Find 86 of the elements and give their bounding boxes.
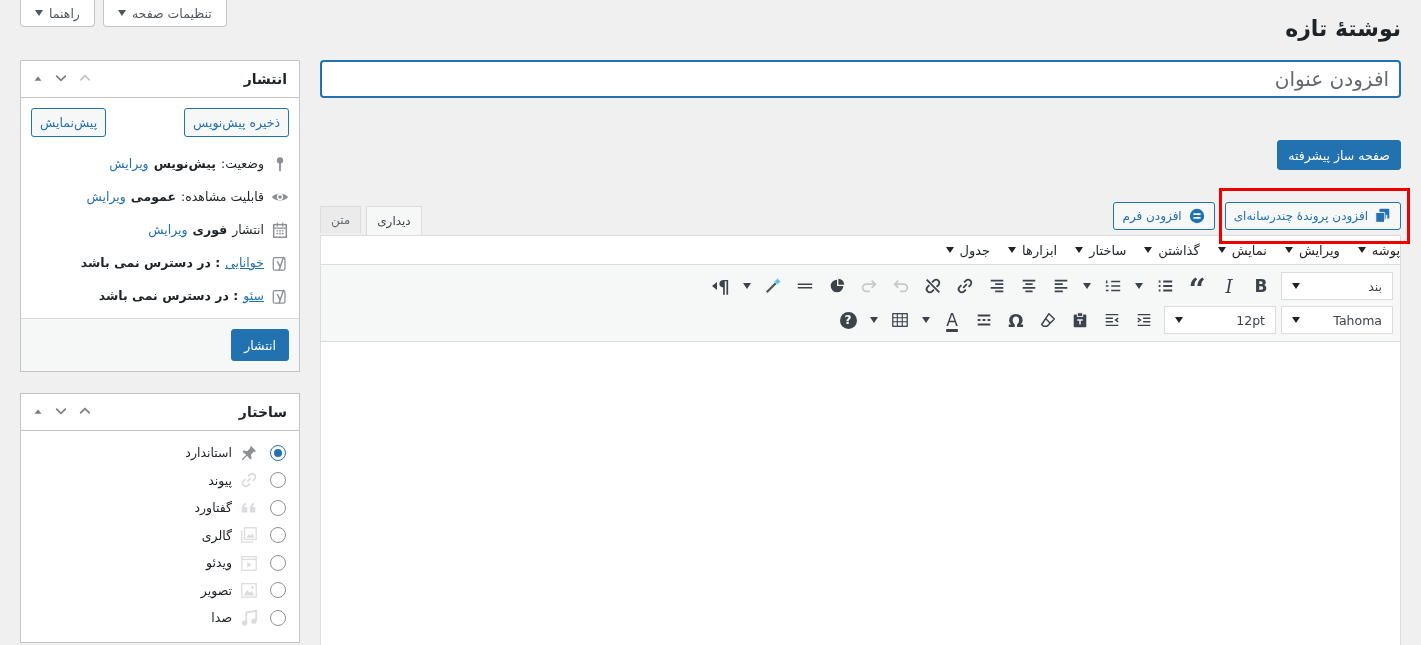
undo-icon bbox=[892, 277, 910, 295]
align-right-icon bbox=[988, 277, 1006, 295]
score-value: : در دسترس نمی باشد bbox=[80, 255, 221, 270]
magic-wand-icon bbox=[764, 277, 782, 295]
format-label[interactable]: پیوند bbox=[208, 472, 232, 488]
clipboard-icon bbox=[1071, 311, 1089, 329]
table-icon bbox=[891, 311, 909, 329]
menu-item[interactable]: پوشه bbox=[1357, 242, 1400, 258]
setting-label: وضعیت: bbox=[221, 156, 264, 171]
indent-icon bbox=[1135, 311, 1153, 329]
radio-button[interactable] bbox=[270, 444, 286, 461]
format-label[interactable]: تصویر bbox=[200, 582, 232, 598]
caret-icon[interactable] bbox=[870, 317, 878, 323]
screen-option-button[interactable]: راهنما bbox=[20, 0, 95, 27]
music-note-icon bbox=[240, 608, 258, 627]
box-title: انتشار bbox=[243, 71, 287, 87]
title-field[interactable]: افزودن عنوان bbox=[320, 60, 1401, 98]
score-link[interactable]: خوانایی bbox=[225, 255, 264, 270]
caret-icon[interactable] bbox=[1083, 283, 1091, 289]
setting-label: انتشار bbox=[232, 222, 264, 237]
quote-button[interactable]: “ bbox=[1181, 271, 1213, 301]
radio-button[interactable] bbox=[270, 499, 286, 516]
gallery-icon bbox=[240, 526, 258, 545]
menu-item[interactable]: نمایش bbox=[1217, 242, 1267, 258]
help-button[interactable]: ? bbox=[832, 305, 864, 335]
format-label[interactable]: ویدئو bbox=[206, 555, 232, 571]
radio-button[interactable] bbox=[270, 554, 286, 571]
menu-item[interactable]: جدول bbox=[945, 242, 991, 258]
caret-icon[interactable] bbox=[743, 283, 751, 289]
toolbar-dropdown[interactable]: بند bbox=[1281, 272, 1393, 300]
setting-value: پیش‌نویس bbox=[153, 156, 217, 171]
textcolor-button[interactable]: A bbox=[936, 305, 968, 335]
format-label[interactable]: استاندارد bbox=[185, 445, 232, 461]
link-icon bbox=[956, 277, 974, 295]
save-draft-button[interactable]: ذخیره پیش‌نویس bbox=[183, 108, 289, 137]
toolbar-dropdown[interactable]: Tahoma bbox=[1281, 306, 1393, 334]
screen-option-button[interactable]: تنظیمات صفحه bbox=[102, 0, 227, 27]
page-builder-button[interactable]: صفحه ساز پیشرفته bbox=[1277, 140, 1401, 170]
menu-item[interactable]: ابزارها bbox=[1008, 242, 1058, 258]
pushpin-icon bbox=[240, 443, 258, 462]
media-button[interactable]: افزودن پروندهٔ چندرسانه‌ای bbox=[1224, 202, 1401, 230]
score-link[interactable]: سئو bbox=[243, 288, 264, 303]
score-value: : در دسترس نمی باشد bbox=[98, 288, 239, 303]
outdent-icon bbox=[1103, 311, 1121, 329]
format-label[interactable]: گفتاورد bbox=[194, 500, 232, 516]
toolbar-dropdown[interactable]: 12pt bbox=[1164, 306, 1276, 334]
setting-label: قابلیت مشاهده: bbox=[181, 189, 264, 204]
format-label[interactable]: گالری bbox=[201, 527, 232, 543]
eraser-icon bbox=[1039, 311, 1057, 329]
editor-tab[interactable]: دیداری bbox=[366, 206, 422, 235]
radio-button[interactable] bbox=[270, 609, 286, 626]
page-title: نوشتهٔ تازه bbox=[1284, 15, 1401, 44]
radio-button[interactable] bbox=[270, 527, 286, 544]
radio-button[interactable] bbox=[270, 582, 286, 599]
media-button[interactable]: افزودن فرم bbox=[1113, 202, 1215, 230]
editor-tab[interactable]: متن bbox=[320, 206, 362, 233]
italic-button[interactable]: I bbox=[1213, 271, 1245, 301]
form-icon bbox=[1187, 207, 1206, 225]
edit-link[interactable]: ویرایش bbox=[148, 222, 188, 237]
publish-button[interactable]: انتشار bbox=[231, 329, 289, 361]
preview-button[interactable]: پیش‌نمایش bbox=[31, 108, 107, 137]
edit-link[interactable]: ویرایش bbox=[86, 189, 126, 204]
link-icon bbox=[240, 471, 258, 490]
unlink-icon bbox=[924, 277, 942, 295]
setting-value: فوری bbox=[192, 222, 228, 237]
caret-icon[interactable] bbox=[922, 317, 930, 323]
image-icon bbox=[240, 581, 258, 600]
omega-button[interactable]: Ω bbox=[1000, 305, 1032, 335]
media-icon bbox=[1374, 207, 1392, 225]
caret-icon[interactable] bbox=[1135, 283, 1143, 289]
bold-button[interactable]: B bbox=[1245, 271, 1277, 301]
box-title: ساختار bbox=[238, 404, 287, 420]
menu-item[interactable]: گذاشتن bbox=[1144, 242, 1200, 258]
align-center-icon bbox=[1020, 277, 1038, 295]
menu-item[interactable]: ساختار bbox=[1075, 242, 1127, 258]
video-icon bbox=[240, 553, 258, 572]
edit-link[interactable]: ویرایش bbox=[109, 156, 149, 171]
format-label[interactable]: صدا bbox=[211, 610, 232, 626]
radio-button[interactable] bbox=[270, 472, 286, 489]
setting-value: عمومی bbox=[130, 189, 176, 204]
rtl-button[interactable]: ¶ bbox=[705, 271, 737, 301]
align-left-icon bbox=[1052, 277, 1070, 295]
calendar-icon bbox=[271, 220, 289, 239]
redo-icon bbox=[860, 277, 878, 295]
menu-item[interactable]: ویرایش bbox=[1284, 242, 1340, 258]
pie-chart-icon bbox=[828, 277, 846, 295]
